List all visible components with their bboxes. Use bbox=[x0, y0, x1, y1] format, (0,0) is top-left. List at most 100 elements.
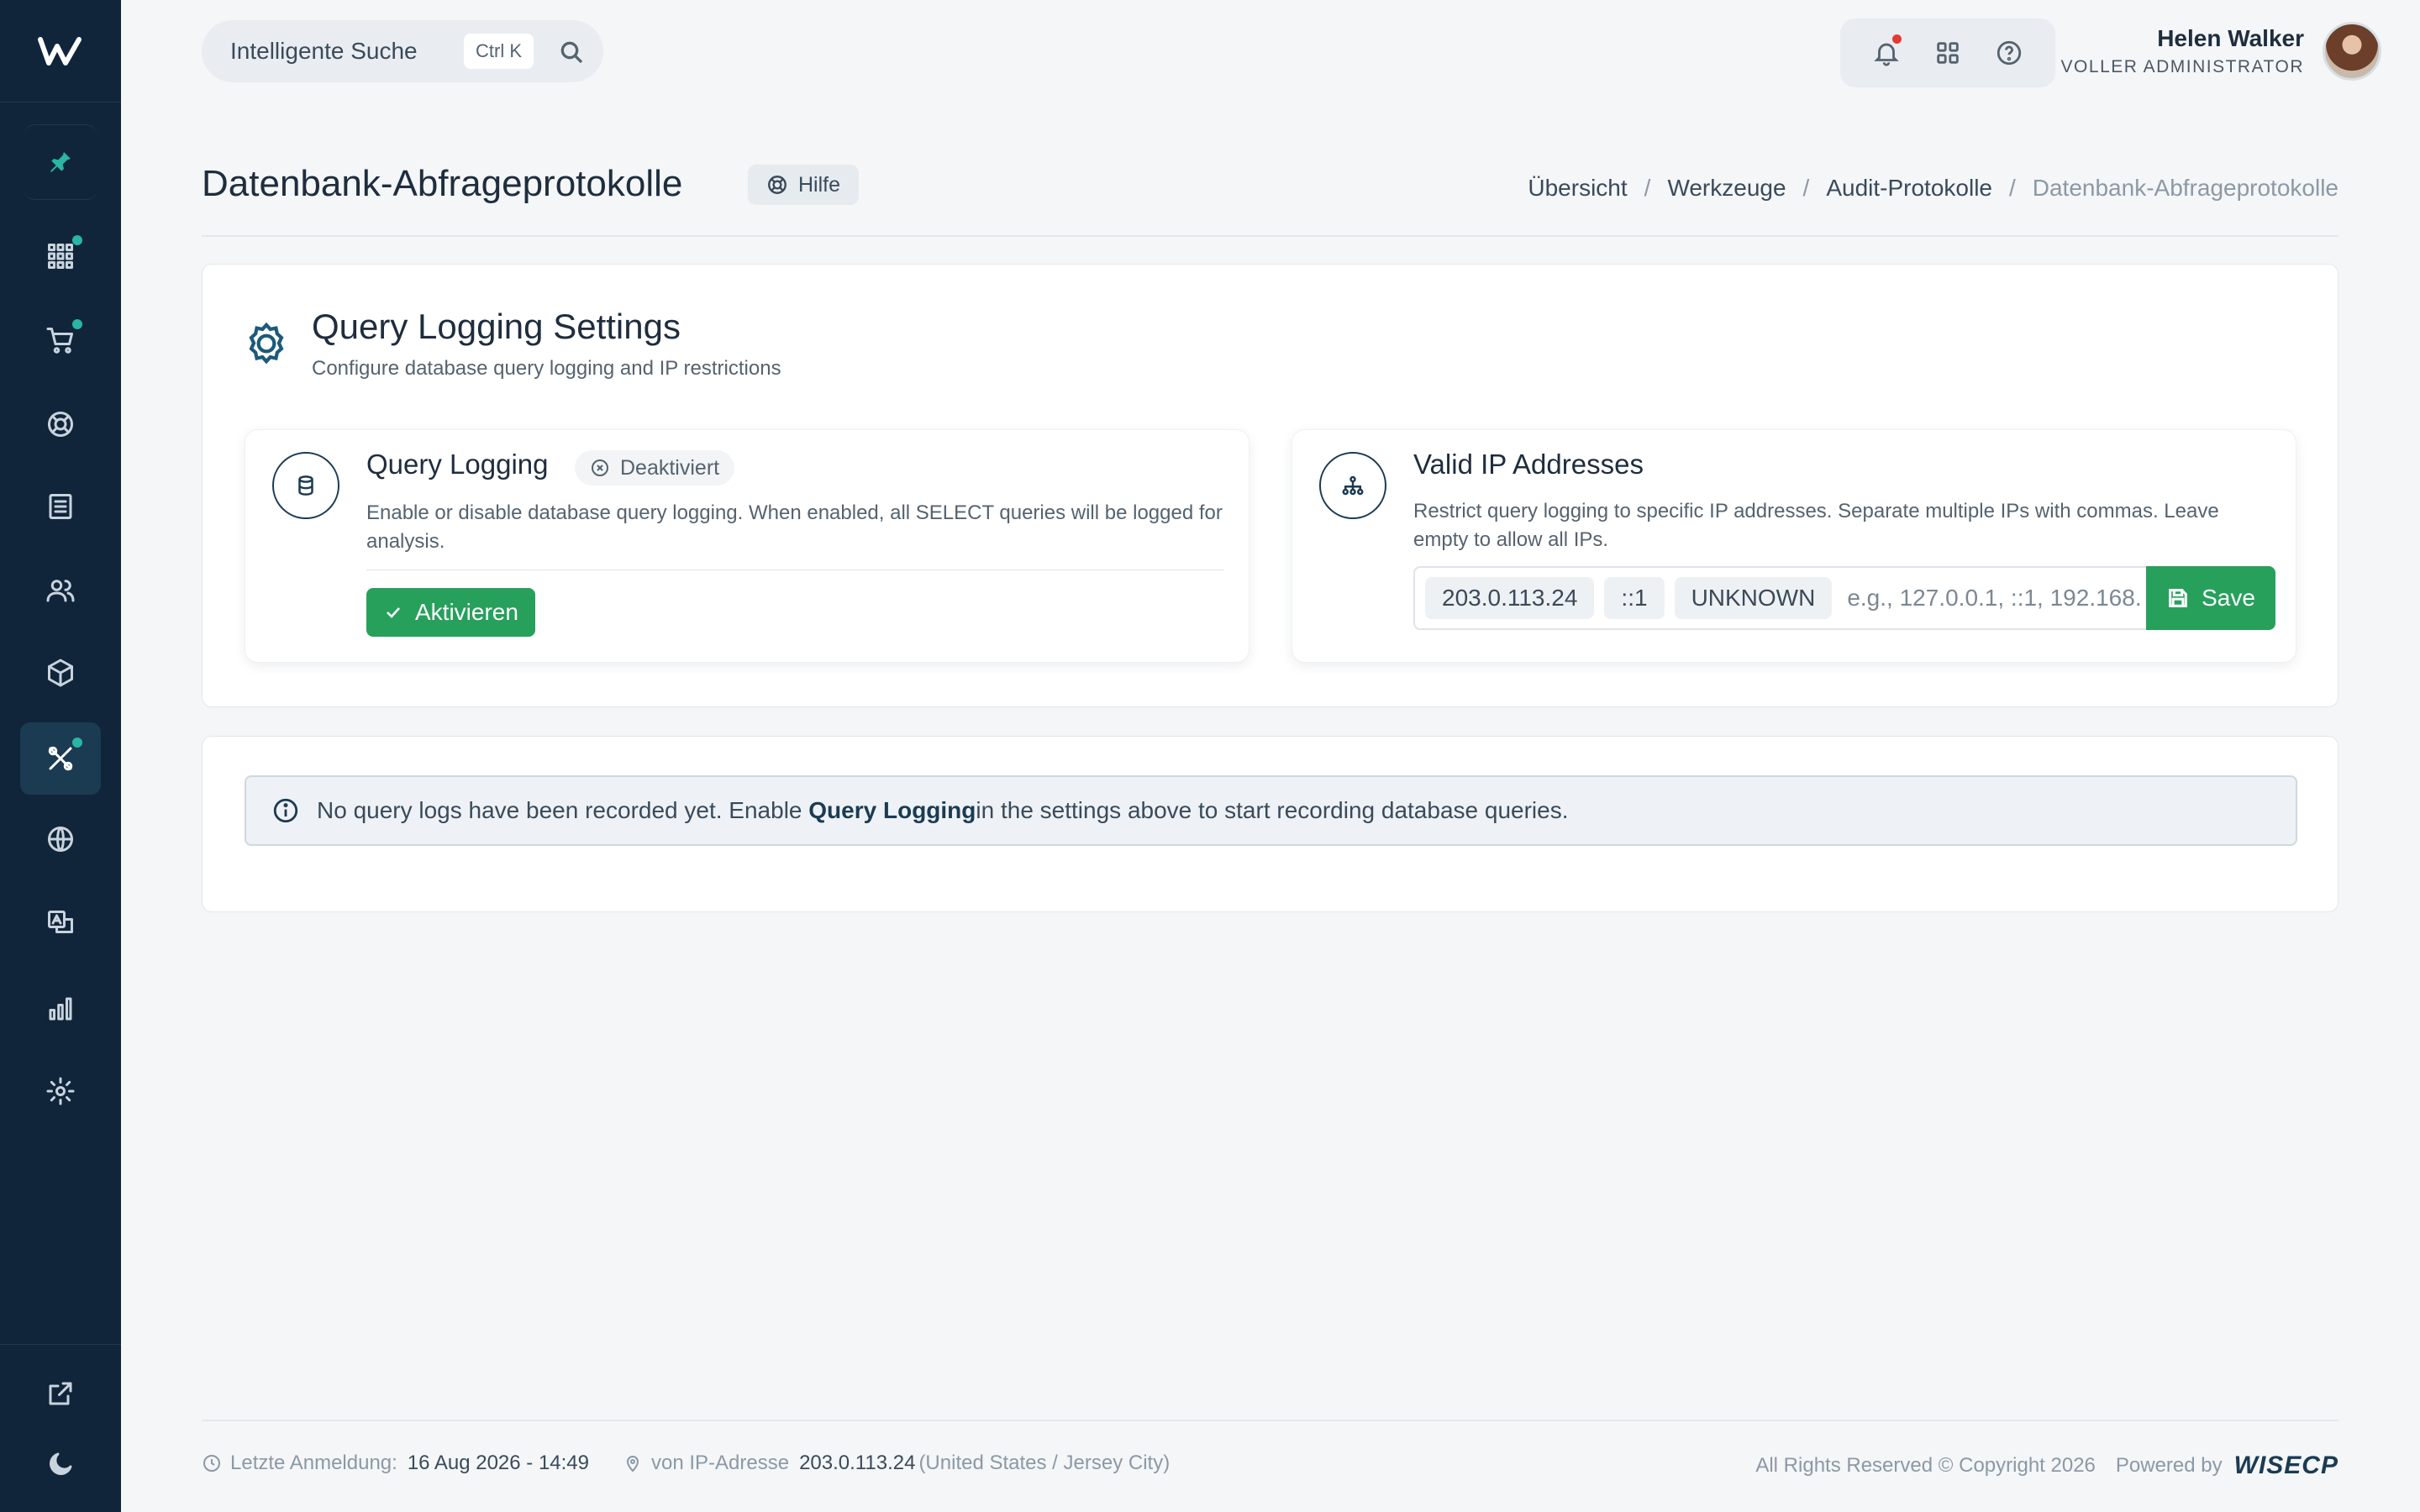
sidebar-item-products[interactable] bbox=[20, 637, 101, 709]
sidebar-item-dashboard[interactable] bbox=[20, 220, 101, 292]
search-shortcut: Ctrl K bbox=[464, 34, 534, 69]
sidebar-bottom bbox=[0, 1344, 121, 1345]
ip-value: 203.0.113.24 bbox=[799, 1452, 916, 1474]
last-login-info: Letzte Anmeldung: 16 Aug 2026 - 14:49 vo… bbox=[202, 1452, 1170, 1475]
save-icon bbox=[2169, 589, 2187, 607]
lifebuoy-icon bbox=[768, 176, 786, 194]
grid-icon bbox=[48, 244, 73, 269]
network-icon-badge bbox=[1319, 452, 1386, 519]
valid-ip-panel: Valid IP Addresses Restrict query loggin… bbox=[1292, 429, 2296, 663]
ip-input-placeholder[interactable]: e.g., 127.0.0.1, ::1, 192.168.1.10 bbox=[1847, 585, 2141, 612]
ip-chip[interactable]: UNKNOWN bbox=[1674, 577, 1833, 619]
last-login-label: Letzte Anmeldung: bbox=[230, 1452, 397, 1474]
query-logging-description: Enable or disable database query logging… bbox=[366, 501, 1223, 553]
app-logo[interactable] bbox=[0, 0, 121, 102]
search-input[interactable]: Intelligente Suche Ctrl K bbox=[202, 20, 603, 82]
page-title: Datenbank-Abfrageprotokolle bbox=[202, 163, 683, 204]
user-role: VOLLER ADMINISTRATOR bbox=[2060, 57, 2304, 76]
valid-ip-description: Restrict query logging to specific IP ad… bbox=[1413, 500, 2219, 551]
search-placeholder: Intelligente Suche bbox=[230, 38, 418, 64]
sidebar-item-translations[interactable] bbox=[20, 887, 101, 959]
help-label: Hilfe bbox=[798, 172, 841, 197]
external-link-button[interactable] bbox=[20, 1357, 101, 1430]
notification-dot bbox=[72, 319, 82, 329]
sidebar-item-orders[interactable] bbox=[20, 304, 101, 376]
save-label: Save bbox=[2202, 585, 2255, 611]
breadcrumb-item[interactable]: Übersicht bbox=[1528, 175, 1627, 202]
location-pin-icon bbox=[626, 1456, 639, 1473]
search-icon[interactable] bbox=[558, 39, 585, 66]
breadcrumb-item[interactable]: Audit-Protokolle bbox=[1826, 175, 1992, 202]
topbar: Intelligente Suche Ctrl K Helen Walker V… bbox=[121, 0, 2420, 101]
pin-icon bbox=[50, 152, 71, 172]
copyright-text: All Rights Reserved © Copyright 2026 bbox=[1755, 1454, 2096, 1477]
sidebar-item-support[interactable] bbox=[20, 388, 101, 460]
gear-icon bbox=[249, 322, 284, 365]
ip-chip[interactable]: 203.0.113.24 bbox=[1425, 577, 1595, 619]
page-header: Datenbank-Abfrageprotokolle Hilfe Übersi… bbox=[202, 156, 2338, 237]
ip-tags-input[interactable]: 203.0.113.24 ::1 UNKNOWN e.g., 127.0.0.1… bbox=[1413, 566, 2149, 630]
x-circle-icon bbox=[592, 459, 608, 476]
alert-text-strong: Query Logging bbox=[808, 797, 976, 823]
ip-location: (United States / Jersey City) bbox=[918, 1452, 1171, 1474]
question-icon bbox=[1997, 40, 2022, 66]
ip-chip[interactable]: ::1 bbox=[1604, 577, 1665, 619]
sidebar-item-invoices[interactable] bbox=[20, 470, 101, 543]
valid-ip-title: Valid IP Addresses bbox=[1413, 449, 1644, 480]
sidebar-item-users[interactable] bbox=[20, 554, 101, 627]
breadcrumb-separator: / bbox=[1802, 175, 1810, 201]
notification-dot bbox=[72, 235, 82, 245]
avatar[interactable] bbox=[2323, 22, 2381, 81]
network-icon bbox=[1342, 475, 1364, 496]
translate-icon bbox=[48, 911, 73, 933]
ip-label: von IP-Adresse bbox=[651, 1452, 790, 1474]
alert-text-after: in the settings above to start recording… bbox=[976, 797, 1569, 823]
sidebar-item-domains[interactable] bbox=[20, 803, 101, 875]
save-button[interactable]: Save bbox=[2146, 566, 2275, 630]
apps-button[interactable] bbox=[1933, 38, 1963, 68]
activate-button[interactable]: Aktivieren bbox=[366, 588, 535, 637]
user-menu[interactable]: Helen Walker VOLLER ADMINISTRATOR bbox=[2061, 22, 2381, 81]
bar-chart-icon bbox=[49, 997, 72, 1021]
info-icon bbox=[273, 798, 298, 823]
gear-icon bbox=[46, 1077, 75, 1105]
last-login-value: 16 Aug 2026 - 14:49 bbox=[407, 1452, 589, 1474]
query-logging-title: Query Logging bbox=[366, 449, 549, 480]
pin-sidebar-button[interactable] bbox=[24, 124, 97, 200]
breadcrumb-item[interactable]: Werkzeuge bbox=[1667, 175, 1786, 202]
notification-dot bbox=[1891, 34, 1902, 44]
invoice-icon bbox=[49, 494, 72, 519]
sidebar-item-settings[interactable] bbox=[20, 1055, 101, 1127]
query-logs-card: No query logs have been recorded yet. En… bbox=[202, 736, 2338, 912]
settings-subtitle: Configure database query logging and IP … bbox=[312, 357, 781, 380]
dark-mode-toggle[interactable] bbox=[20, 1428, 101, 1500]
external-link-icon bbox=[49, 1382, 72, 1405]
breadcrumb: Übersicht / Werkzeuge / Audit-Protokolle / … bbox=[1528, 175, 2338, 202]
status-label: Deaktiviert bbox=[620, 455, 720, 480]
sidebar-item-tools[interactable] bbox=[20, 722, 101, 795]
empty-state-alert: No query logs have been recorded yet. En… bbox=[245, 775, 2297, 846]
topbar-icon-group bbox=[1840, 18, 2055, 87]
breadcrumb-separator: / bbox=[1644, 175, 1651, 201]
users-icon bbox=[46, 580, 75, 602]
notification-dot bbox=[72, 738, 82, 748]
brand-logo[interactable]: WISECP bbox=[2234, 1452, 2338, 1480]
lifebuoy-icon bbox=[48, 412, 73, 437]
help-link[interactable]: Hilfe bbox=[748, 165, 860, 205]
alert-text-before: No query logs have been recorded yet. En… bbox=[317, 797, 802, 823]
moon-icon bbox=[50, 1452, 72, 1475]
database-icon-badge bbox=[272, 452, 339, 519]
settings-card: Query Logging Settings Configure databas… bbox=[202, 264, 2338, 707]
check-icon bbox=[387, 607, 400, 618]
sidebar-item-reports[interactable] bbox=[20, 973, 101, 1045]
globe-icon bbox=[48, 827, 73, 852]
footer: Letzte Anmeldung: 16 Aug 2026 - 14:49 vo… bbox=[202, 1420, 2338, 1512]
database-icon bbox=[298, 475, 313, 496]
notifications-button[interactable] bbox=[1871, 34, 1902, 68]
apps-grid-icon bbox=[1937, 42, 1959, 64]
sidebar bbox=[0, 0, 121, 1512]
status-badge: Deaktiviert bbox=[575, 450, 735, 486]
cart-icon bbox=[46, 328, 73, 354]
tools-icon bbox=[48, 746, 73, 771]
help-button[interactable] bbox=[1994, 38, 2024, 68]
